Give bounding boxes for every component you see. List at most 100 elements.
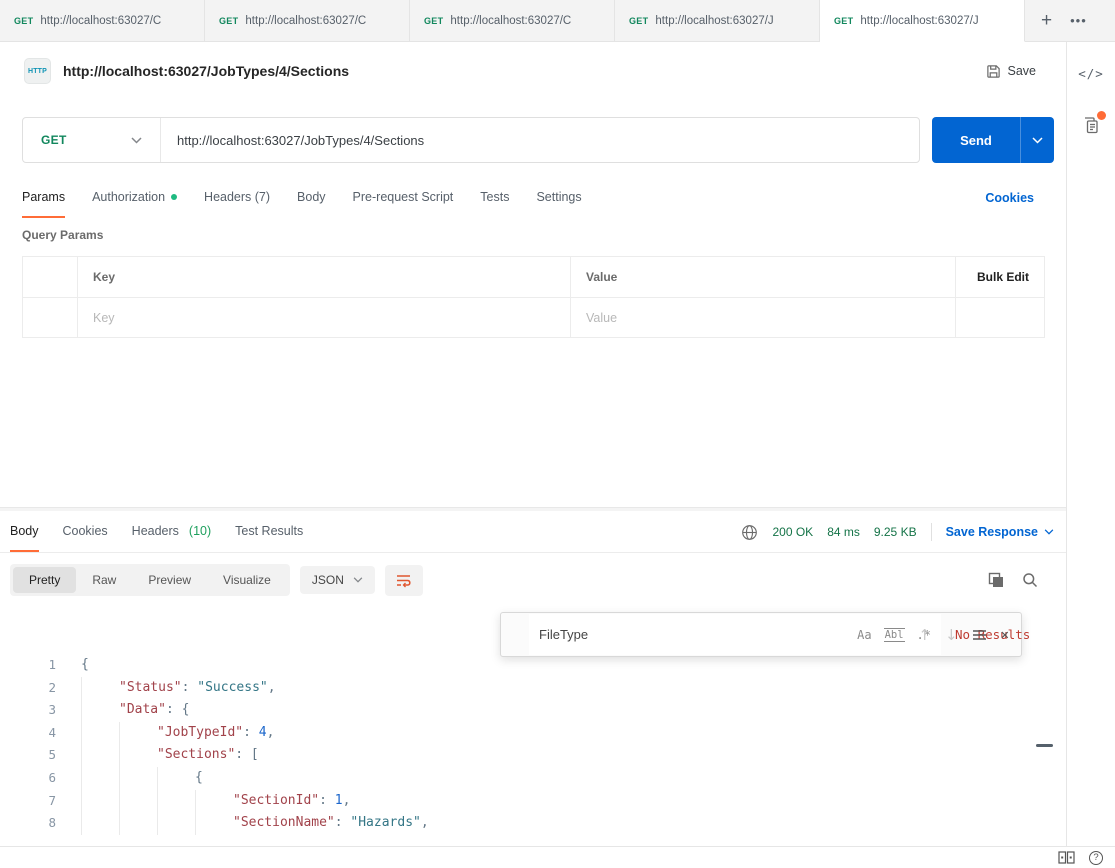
cookies-link[interactable]: Cookies [985, 191, 1034, 205]
response-size[interactable]: 9.25 KB [874, 525, 917, 539]
line-number: 8 [0, 812, 56, 835]
tab-method: GET [629, 16, 648, 26]
method-select[interactable]: GET [23, 118, 161, 162]
divider [931, 523, 932, 541]
row-select-cell [23, 298, 78, 337]
value-cell [571, 298, 956, 337]
main-content: HTTP http://localhost:63027/JobTypes/4/S… [0, 42, 1066, 846]
line-content: "Data": { [81, 699, 189, 722]
send-options-button[interactable] [1020, 117, 1054, 163]
request-tab-bar: GET http://localhost:63027/C GET http://… [0, 0, 1115, 42]
line-content: "SectionName": "Hazards", [81, 812, 429, 835]
line-content: { [81, 654, 89, 677]
chevron-down-icon [353, 577, 363, 583]
key-input[interactable] [93, 311, 555, 325]
help-glyph: ? [1093, 852, 1098, 863]
chevron-down-icon [1044, 529, 1054, 535]
tab-pre-request-script[interactable]: Pre-request Script [353, 178, 454, 218]
request-title: http://localhost:63027/JobTypes/4/Sectio… [63, 63, 349, 79]
more-options-icon[interactable]: ••• [1070, 13, 1087, 28]
http-request-icon: HTTP [24, 58, 51, 84]
code-line: 8 "SectionName": "Hazards", [0, 812, 1066, 835]
tab-authorization[interactable]: Authorization [92, 178, 177, 218]
send-button[interactable]: Send [932, 117, 1020, 163]
search-icon[interactable] [1022, 572, 1038, 588]
two-pane-layout-icon[interactable] [1058, 851, 1075, 864]
code-line: 1{ [0, 654, 1066, 677]
tab-method: GET [834, 16, 853, 26]
response-tab-headers[interactable]: Headers (10) [132, 512, 211, 552]
response-tab-cookies-label: Cookies [63, 524, 108, 538]
help-icon[interactable]: ? [1089, 851, 1103, 865]
save-button[interactable]: Save [986, 64, 1037, 79]
url-box: GET [22, 117, 920, 163]
key-column-header: Key [78, 257, 571, 297]
tab-pre-request-script-label: Pre-request Script [353, 190, 454, 204]
tab-method: GET [424, 16, 443, 26]
copy-icon[interactable] [988, 572, 1004, 588]
wrap-lines-button[interactable] [385, 565, 423, 596]
next-match-icon[interactable]: ↓ [945, 626, 958, 644]
response-tab-body-label: Body [10, 524, 39, 538]
find-in-filter-icon[interactable] [972, 629, 987, 641]
previous-match-icon[interactable]: ↑ [918, 626, 931, 644]
request-tab-4[interactable]: GET http://localhost:63027/J [615, 0, 820, 41]
response-tab-test-results-label: Test Results [235, 524, 303, 538]
pane-splitter[interactable] [0, 507, 1066, 511]
tab-settings[interactable]: Settings [536, 178, 581, 218]
whole-word-toggle[interactable]: Abl [884, 628, 905, 642]
code-line: 4"JobTypeId": 4, [0, 722, 1066, 745]
response-tab-cookies[interactable]: Cookies [63, 512, 108, 552]
code-line: 2"Status": "Success", [0, 677, 1066, 700]
request-tab-5-active[interactable]: GET http://localhost:63027/J [820, 0, 1025, 42]
line-number: 5 [0, 744, 56, 767]
request-tab-2[interactable]: GET http://localhost:63027/C [205, 0, 410, 41]
tab-authorization-label: Authorization [92, 190, 165, 204]
scrollbar-thumb[interactable] [1036, 744, 1053, 747]
view-preview-button[interactable]: Preview [132, 567, 207, 593]
request-tab-1[interactable]: GET http://localhost:63027/C [0, 0, 205, 41]
response-tab-headers-label: Headers [132, 524, 179, 538]
request-title-bar: HTTP http://localhost:63027/JobTypes/4/S… [24, 56, 1036, 86]
find-overlay: Aa Abl .* No Results ↑ ↓ ✕ [500, 612, 1022, 657]
documentation-button[interactable] [1081, 115, 1101, 140]
line-number: 6 [0, 767, 56, 790]
response-tab-body[interactable]: Body [10, 512, 39, 552]
bottom-status-bar: ? [0, 846, 1115, 868]
tab-settings-label: Settings [536, 190, 581, 204]
format-select[interactable]: JSON [300, 566, 375, 594]
code-line: 5 "Sections": [ [0, 744, 1066, 767]
view-visualize-button[interactable]: Visualize [207, 567, 287, 593]
format-value: JSON [312, 573, 344, 587]
find-input[interactable] [539, 627, 845, 642]
response-meta: 200 OK 84 ms 9.25 KB Save Response [741, 512, 1054, 552]
response-time[interactable]: 84 ms [827, 525, 860, 539]
view-pretty-button[interactable]: Pretty [13, 567, 76, 593]
tab-headers-label: Headers (7) [204, 190, 270, 204]
bulk-edit-button[interactable]: Bulk Edit [956, 257, 1044, 297]
view-raw-button[interactable]: Raw [76, 567, 132, 593]
line-content: "Status": "Success", [81, 677, 276, 700]
app-window: GET http://localhost:63027/C GET http://… [0, 0, 1115, 868]
request-subtabs: Params Authorization Headers (7) Body Pr… [22, 178, 1034, 218]
match-case-toggle[interactable]: Aa [857, 628, 871, 642]
request-tab-3[interactable]: GET http://localhost:63027/C [410, 0, 615, 41]
status-code[interactable]: 200 OK [772, 525, 813, 539]
select-column-header [23, 257, 78, 297]
query-params-empty-row [23, 297, 1044, 337]
globe-icon[interactable] [741, 524, 758, 541]
tab-params[interactable]: Params [22, 178, 65, 218]
close-icon[interactable]: ✕ [1001, 627, 1009, 643]
line-content: "Sections": [ [81, 744, 259, 767]
value-input[interactable] [586, 311, 940, 325]
save-response-button[interactable]: Save Response [946, 525, 1054, 539]
tab-body[interactable]: Body [297, 178, 326, 218]
tab-tests[interactable]: Tests [480, 178, 509, 218]
line-content: { [81, 767, 203, 790]
code-snippet-icon[interactable]: </> [1078, 66, 1104, 81]
url-input[interactable] [161, 118, 919, 162]
response-tab-test-results[interactable]: Test Results [235, 512, 303, 552]
new-tab-icon[interactable]: + [1041, 11, 1052, 30]
tab-url: http://localhost:63027/C [40, 15, 161, 27]
tab-headers[interactable]: Headers (7) [204, 178, 270, 218]
